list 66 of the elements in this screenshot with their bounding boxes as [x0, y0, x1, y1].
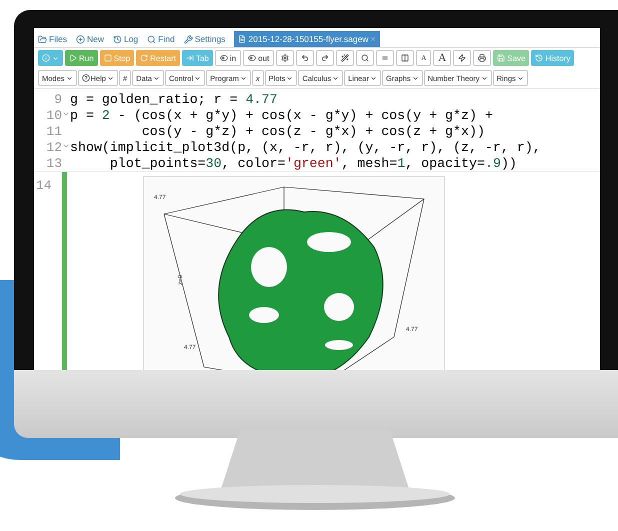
lightning-icon: [458, 54, 466, 62]
redo-icon: [321, 54, 330, 62]
line-number: 9: [53, 92, 63, 106]
split-icon: [401, 54, 410, 62]
caret-icon: [194, 74, 202, 82]
help-icon: [82, 74, 90, 82]
line-number: 12: [34, 140, 70, 154]
folder-icon: [38, 34, 47, 44]
caret-icon: [412, 74, 419, 82]
file-icon: [238, 35, 246, 43]
toggle-icon: [220, 54, 228, 62]
nav-link[interactable]: Log: [112, 34, 138, 47]
caret-icon: [106, 74, 114, 82]
toolbar-button[interactable]: [296, 50, 314, 66]
history-icon: [112, 34, 122, 44]
line-number: 13: [45, 156, 63, 170]
code-line: cos(y - g*z) + cos(z - g*x) + cos(z + g*x)): [140, 124, 485, 138]
code-line: show(implicit_plot3d(p, (x, -r, r), (y, -r, r), (z, -r, r),: [70, 140, 541, 154]
search-icon: [147, 34, 156, 44]
caret-icon: [52, 54, 59, 62]
file-tab[interactable]: 2015-12-28-150155-flyer.sagew ×: [234, 31, 380, 47]
toolbar-button[interactable]: [316, 50, 334, 66]
toolbar-button[interactable]: [396, 50, 414, 66]
toolbar-button[interactable]: [376, 50, 394, 66]
print-icon: [478, 54, 486, 62]
code-line: g = golden_ratio; r = 4.77: [70, 92, 278, 106]
toolbar-button[interactable]: out: [243, 50, 274, 66]
caret-icon: [480, 74, 488, 82]
nav-link[interactable]: New: [76, 34, 104, 47]
toolbar-button[interactable]: [336, 50, 354, 66]
undo-icon: [301, 54, 310, 62]
caret-icon: [286, 74, 294, 82]
history-icon: [535, 54, 544, 62]
tab-icon: [186, 54, 194, 62]
toolbar-button[interactable]: [453, 50, 472, 66]
wand-icon: [341, 54, 350, 62]
line-number: 14: [35, 177, 53, 195]
plus-icon: [76, 34, 85, 44]
toolbar-button[interactable]: in: [214, 50, 242, 66]
caret-icon: [66, 74, 73, 82]
restart-icon: [140, 54, 148, 62]
search-icon: [361, 54, 370, 62]
nav-link[interactable]: Settings: [184, 34, 226, 47]
toolbar-button[interactable]: [473, 50, 492, 66]
toolbar-button[interactable]: [276, 50, 294, 66]
save-icon: [497, 54, 506, 62]
equals-icon: [381, 54, 390, 62]
stop-icon: [104, 54, 112, 62]
toolbar-button[interactable]: [356, 50, 374, 66]
nav-link[interactable]: Files: [38, 34, 67, 47]
wrench-icon: [184, 34, 193, 44]
caret-icon: [152, 74, 160, 82]
line-number: 10: [34, 108, 70, 122]
caret-icon: [240, 74, 247, 82]
info-icon: [42, 54, 50, 62]
gear-icon: [281, 54, 290, 62]
code-line: p = 2 - (cos(x + g*y) + cos(x - g*y) + cos(y + g*z) +: [70, 108, 493, 122]
code-line: plot_points=30, color='green', mesh=1, opacity=.9)): [108, 156, 517, 170]
caret-icon: [370, 74, 377, 82]
caret-icon: [332, 74, 340, 82]
nav-link[interactable]: Find: [147, 34, 175, 47]
play-icon: [69, 54, 77, 62]
toolbar-button[interactable]: A: [433, 50, 452, 66]
caret-icon: [516, 74, 524, 82]
toggle-icon: [248, 54, 256, 62]
line-number: 11: [45, 124, 63, 138]
